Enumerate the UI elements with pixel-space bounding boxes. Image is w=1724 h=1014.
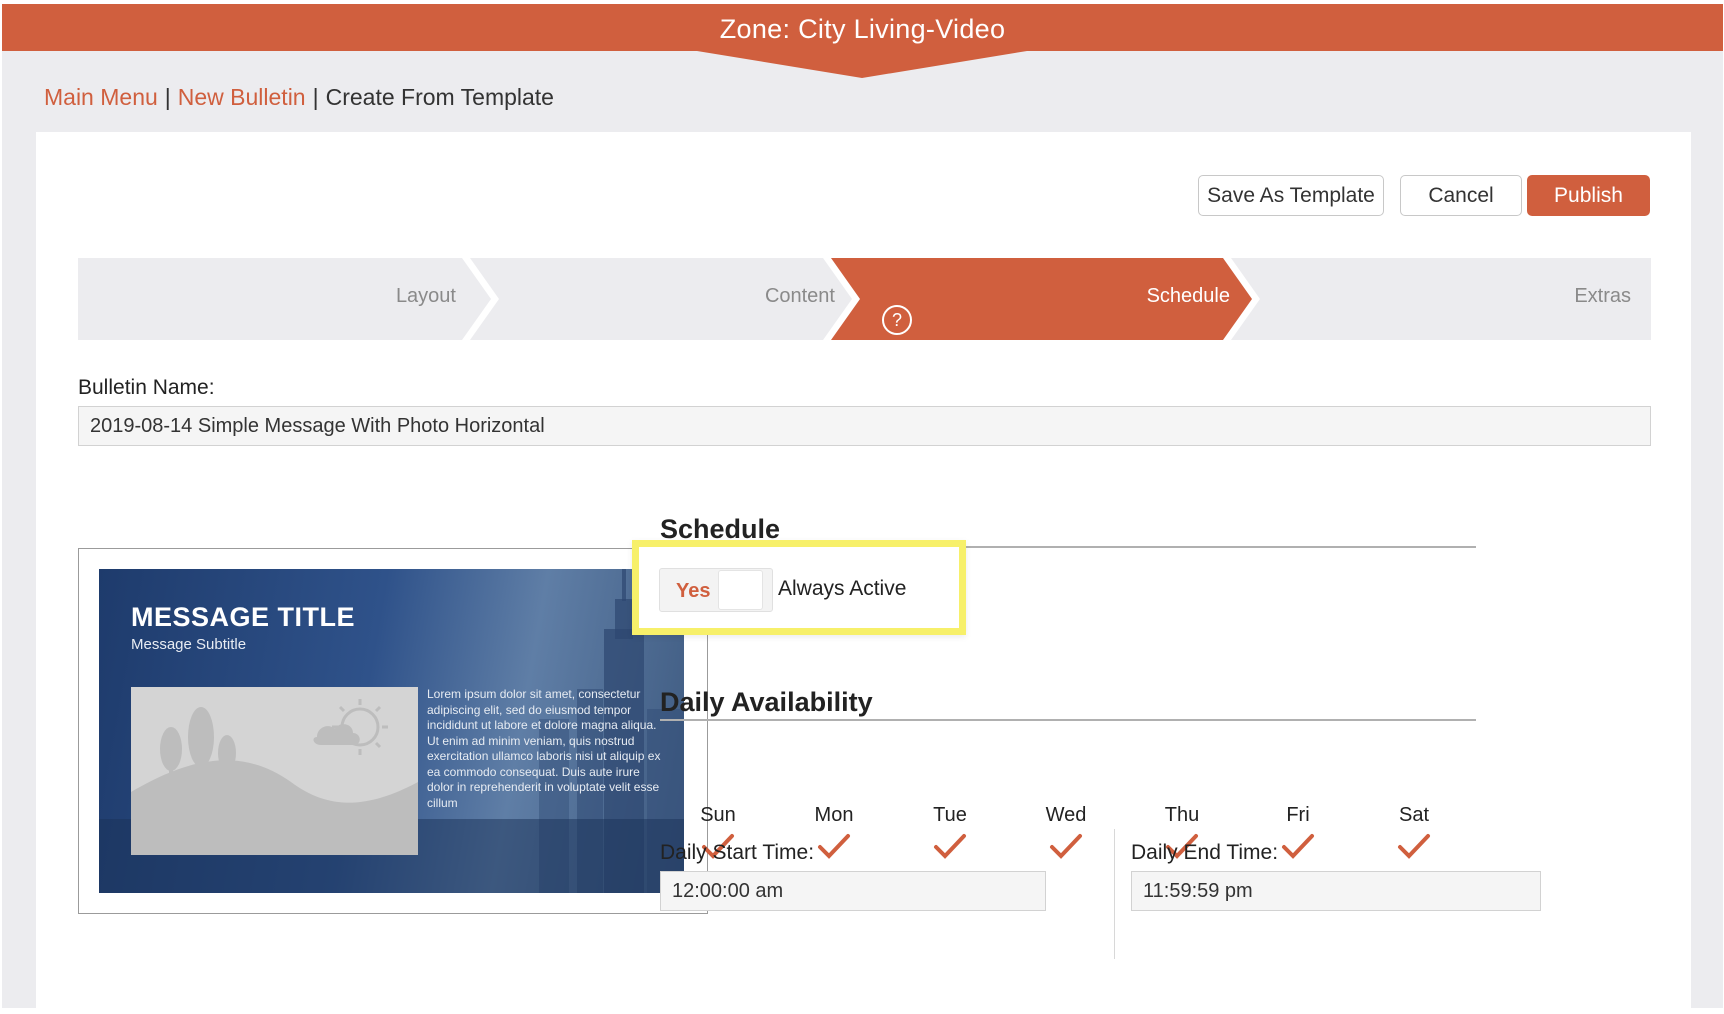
day-label: Mon xyxy=(814,804,854,826)
always-active-highlight: Yes Always Active xyxy=(632,540,966,635)
check-icon[interactable] xyxy=(1397,833,1431,861)
day-label: Sat xyxy=(1398,804,1430,826)
breadcrumb: Main Menu | New Bulletin | Create From T… xyxy=(44,84,554,111)
breadcrumb-main-menu[interactable]: Main Menu xyxy=(44,84,158,111)
day-wed[interactable]: Wed xyxy=(1031,804,1101,861)
save-as-template-button[interactable]: Save As Template xyxy=(1198,175,1384,216)
bulletin-name-input[interactable]: 2019-08-14 Simple Message With Photo Hor… xyxy=(78,406,1651,446)
daily-availability-heading: Daily Availability xyxy=(660,687,873,717)
always-active-toggle[interactable]: Yes xyxy=(659,568,773,612)
zone-title: Zone: City Living-Video xyxy=(719,14,1006,44)
preview-message-title: MESSAGE TITLE xyxy=(131,602,356,632)
preview-image: MESSAGE TITLE Message Subtitle Lorem ips… xyxy=(99,569,684,893)
toggle-knob[interactable] xyxy=(718,570,763,610)
bulletin-name-label: Bulletin Name: xyxy=(78,376,215,399)
day-label: Thu xyxy=(1164,804,1200,826)
step-content[interactable]: Content xyxy=(765,285,835,308)
photo-placeholder-icon xyxy=(131,687,418,855)
step-schedule[interactable]: Schedule xyxy=(1147,285,1230,308)
step-wizard: Layout Content Schedule Extras ? xyxy=(78,258,1651,340)
day-sat[interactable]: Sat xyxy=(1379,804,1449,861)
daily-end-input[interactable]: 11:59:59 pm xyxy=(1131,871,1541,911)
step-extras[interactable]: Extras xyxy=(1574,285,1631,308)
preview-message-subtitle: Message Subtitle xyxy=(131,636,247,653)
check-icon[interactable] xyxy=(817,833,851,861)
breadcrumb-separator: | xyxy=(312,84,319,110)
step-layout[interactable]: Layout xyxy=(396,285,456,308)
main-card: Save As Template Cancel Publish Layout C… xyxy=(36,132,1691,1008)
cancel-button[interactable]: Cancel xyxy=(1400,175,1522,216)
check-icon[interactable] xyxy=(1049,833,1083,861)
check-icon[interactable] xyxy=(1281,833,1315,861)
always-active-label: Always Active xyxy=(778,577,907,600)
preview-body-text: Lorem ipsum dolor sit amet, consectetur … xyxy=(427,687,661,810)
template-preview: MESSAGE TITLE Message Subtitle Lorem ips… xyxy=(78,548,708,914)
check-icon[interactable] xyxy=(933,833,967,861)
time-divider xyxy=(1114,829,1115,959)
daily-start-input[interactable]: 12:00:00 am xyxy=(660,871,1046,911)
app-frame: Zone: City Living-Video Main Menu | New … xyxy=(2,4,1723,1008)
day-label: Wed xyxy=(1045,804,1087,826)
day-label: Fri xyxy=(1286,804,1310,826)
day-label: Tue xyxy=(933,804,967,826)
landscape-placeholder-icon xyxy=(131,699,418,855)
breadcrumb-separator: | xyxy=(164,84,171,110)
breadcrumb-new-bulletin[interactable]: New Bulletin xyxy=(178,84,306,111)
help-icon[interactable]: ? xyxy=(882,305,912,335)
daily-start-label: Daily Start Time: xyxy=(660,841,815,864)
daily-end-label: Daily End Time: xyxy=(1131,841,1279,864)
day-label: Sun xyxy=(700,804,736,826)
publish-button[interactable]: Publish xyxy=(1527,175,1650,216)
day-tue[interactable]: Tue xyxy=(915,804,985,861)
step-wizard-shapes xyxy=(78,258,1651,340)
toggle-value: Yes xyxy=(676,580,711,602)
breadcrumb-current: Create From Template xyxy=(325,84,554,110)
zone-banner: Zone: City Living-Video xyxy=(2,4,1723,96)
daily-availability-rule xyxy=(660,719,1476,721)
